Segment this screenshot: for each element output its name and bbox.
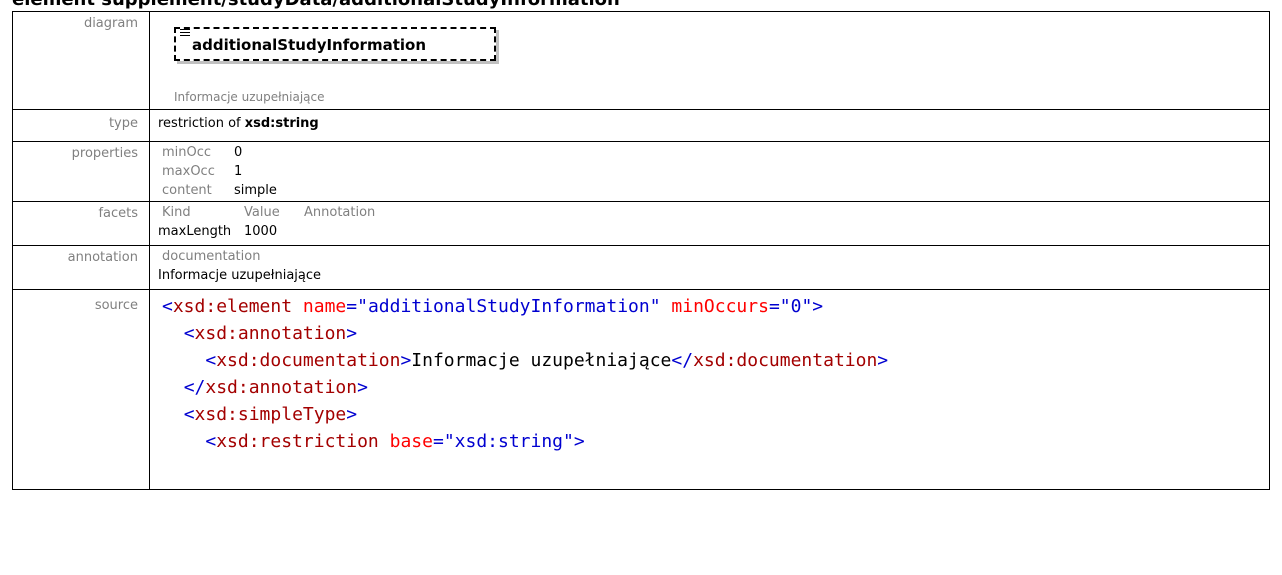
prop-key: maxOcc bbox=[162, 164, 215, 179]
facet-annotation bbox=[304, 222, 1269, 241]
row-annotation: annotation documentation Informacje uzup… bbox=[12, 245, 1270, 290]
type-prefix: restriction of bbox=[158, 116, 245, 131]
source-line: <xsd:annotation> bbox=[183, 323, 358, 344]
row-type: type restriction of xsd:string bbox=[12, 109, 1270, 142]
source-line: <xsd:simpleType> bbox=[183, 404, 358, 425]
row-label-annotation: annotation bbox=[12, 245, 150, 290]
properties-list: minOcc 0 maxOcc 1 content simple bbox=[158, 143, 1269, 200]
prop-value: 0 bbox=[234, 145, 243, 160]
prop-value: 1 bbox=[234, 164, 243, 179]
row-properties: properties minOcc 0 maxOcc 1 content simple bbox=[12, 141, 1270, 202]
facets-cell: Kind Value Annotation maxLength 1000 bbox=[149, 201, 1270, 246]
source-line: <xsd:element name="additionalStudyInform… bbox=[162, 296, 824, 317]
facet-kind: maxLength bbox=[158, 224, 232, 239]
source-cell: <xsd:element name="additionalStudyInform… bbox=[149, 289, 1270, 490]
source-line: </xsd:annotation> bbox=[183, 377, 368, 398]
type-base: xsd:string bbox=[244, 116, 319, 131]
row-label-source: source bbox=[12, 289, 150, 490]
diagram-element-node: additionalStudyInformation bbox=[174, 27, 496, 61]
diagram-element-box: additionalStudyInformation bbox=[174, 27, 500, 65]
prop-value: simple bbox=[234, 183, 277, 198]
source-line: <xsd:documentation>Informacje uzupełniaj… bbox=[205, 350, 889, 371]
row-label-type: type bbox=[12, 109, 150, 142]
annotation-header: documentation bbox=[162, 249, 261, 264]
annotation-cell: documentation Informacje uzupełniające bbox=[149, 245, 1270, 290]
diagram-element-doc: Informacje uzupełniające bbox=[174, 90, 325, 104]
properties-cell: minOcc 0 maxOcc 1 content simple bbox=[149, 141, 1270, 202]
documentation-icon bbox=[180, 27, 190, 36]
facets-header-value: Value bbox=[244, 205, 280, 220]
row-label-facets: facets bbox=[12, 201, 150, 246]
facets-header-annotation: Annotation bbox=[304, 205, 376, 220]
source-code: <xsd:element name="additionalStudyInform… bbox=[158, 293, 1269, 455]
source-line: <xsd:restriction base="xsd:string"> bbox=[205, 431, 585, 452]
facets-table: Kind Value Annotation maxLength 1000 bbox=[158, 203, 1269, 241]
row-label-diagram: diagram bbox=[12, 11, 150, 110]
row-source: source <xsd:element name="additionalStud… bbox=[12, 289, 1270, 490]
annotation-text: Informacje uzupełniające bbox=[158, 268, 322, 283]
facet-value: 1000 bbox=[244, 224, 278, 239]
diagram-element-name: additionalStudyInformation bbox=[192, 36, 427, 54]
row-facets: facets Kind Value Annotation maxLength 1… bbox=[12, 201, 1270, 246]
page-title: element supplement/studyData/additionalS… bbox=[12, 0, 620, 11]
prop-key: content bbox=[162, 183, 212, 198]
element-doc-table: diagram type restriction of xsd:string p… bbox=[12, 11, 1270, 490]
facets-header-kind: Kind bbox=[162, 205, 191, 220]
type-value: restriction of xsd:string bbox=[149, 109, 1270, 142]
row-label-properties: properties bbox=[12, 141, 150, 202]
prop-key: minOcc bbox=[162, 145, 212, 160]
